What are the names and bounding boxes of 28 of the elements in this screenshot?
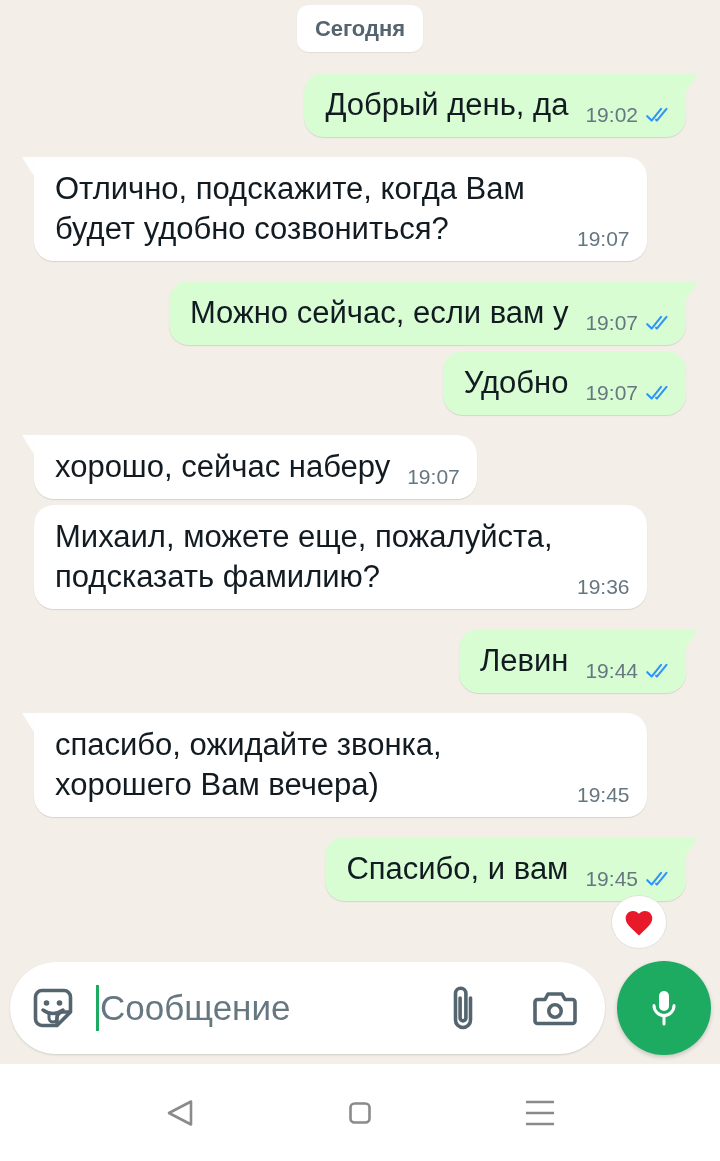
microphone-icon (652, 990, 676, 1026)
menu-icon[interactable] (525, 1099, 555, 1126)
message-text: Можно сейчас, если вам у (189, 294, 569, 332)
back-icon[interactable] (165, 1097, 195, 1128)
message-text: хорошо, сейчас наберу (55, 448, 391, 486)
message-text: Добрый день, да (325, 86, 569, 124)
camera-icon[interactable] (533, 990, 577, 1026)
message-time: 19:44 (585, 658, 638, 684)
message-text: Удобно (463, 364, 569, 402)
message-text: Спасибо, и вам (346, 850, 569, 888)
message-time: 19:07 (407, 464, 460, 490)
message-text: Михаил, можете еще, пожалуйста, подсказать фамилию? (55, 518, 554, 596)
voice-record-button[interactable] (617, 961, 711, 1055)
message-time: 19:07 (577, 226, 630, 252)
message-time: 19:45 (585, 866, 638, 892)
message-time: 19:02 (585, 102, 638, 128)
composer-bar[interactable]: Сообщение (10, 962, 605, 1054)
home-icon[interactable] (349, 1101, 371, 1124)
message-input[interactable]: Сообщение (96, 985, 437, 1031)
message-time: 19:07 (585, 380, 638, 406)
message-text: Левин (479, 642, 569, 680)
message-time: 19:45 (577, 782, 630, 808)
message-text: Отлично, подскажите, когда Вам будет удобно созвониться? (55, 170, 526, 248)
message-time: 19:36 (577, 574, 630, 600)
message-text: спасибо, ожидайте звонка, хорошего Вам вечера) (55, 726, 443, 804)
message-time: 19:07 (585, 310, 638, 336)
sticker-icon[interactable] (32, 987, 74, 1029)
date-label: Сегодня (296, 5, 424, 52)
